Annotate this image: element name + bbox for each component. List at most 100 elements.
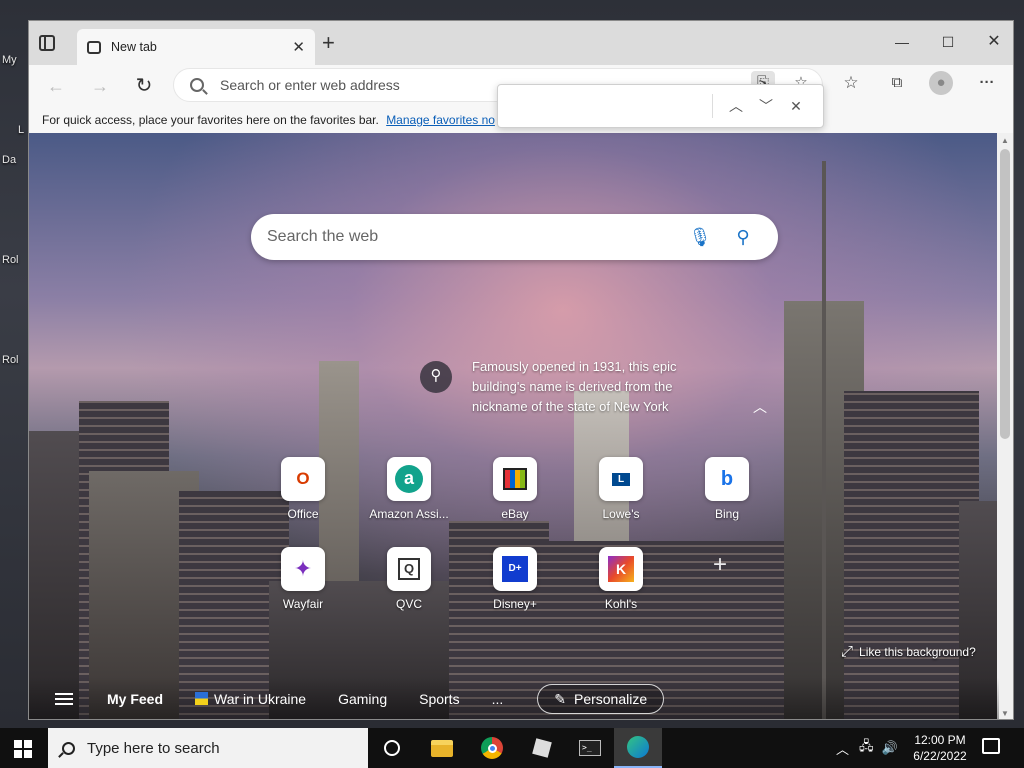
close-window-button[interactable]: ✕ bbox=[979, 31, 1009, 53]
taskbar-search-input[interactable] bbox=[87, 739, 347, 757]
scrollbar-thumb[interactable] bbox=[1000, 149, 1010, 439]
quick-link-disney[interactable]: D+ Disney+ bbox=[470, 547, 560, 611]
add-site-button[interactable]: + bbox=[713, 551, 727, 579]
bing-icon: b bbox=[705, 457, 749, 501]
ebay-glyph: ▮ bbox=[503, 468, 527, 490]
tab-my-feed[interactable]: My Feed bbox=[107, 691, 163, 707]
manage-favorites-link[interactable]: Manage favorites no bbox=[386, 113, 495, 127]
microphone-icon[interactable]: 🎙 bbox=[688, 225, 712, 249]
disney-plus-icon: D+ bbox=[493, 547, 537, 591]
title-bar: New tab ✕ + — ☐ ✕ bbox=[29, 21, 1013, 65]
desktop-icon-label[interactable]: Rol bbox=[2, 254, 19, 266]
chevron-up-icon[interactable]: ︿ bbox=[753, 397, 767, 417]
refresh-button[interactable]: ↻ bbox=[131, 73, 157, 99]
taskbar-clock[interactable]: 12:00 PM 6/22/2022 bbox=[908, 732, 972, 764]
more-icon[interactable]: ··· bbox=[975, 71, 999, 95]
amazon-glyph: a bbox=[395, 465, 423, 493]
system-tray: ︿ 🖧 🔊 bbox=[836, 728, 898, 768]
collections-icon[interactable]: ⧉ bbox=[885, 71, 909, 95]
web-search-box[interactable]: 🎙 ⚲ bbox=[251, 214, 778, 260]
like-background-button[interactable]: ⤢ Like this background? bbox=[841, 643, 976, 660]
quick-link-label: eBay bbox=[501, 507, 529, 521]
maximize-button[interactable]: ☐ bbox=[933, 31, 963, 53]
chrome-center bbox=[487, 743, 497, 753]
find-previous-button[interactable]: ︿ bbox=[721, 91, 751, 121]
volume-icon[interactable]: 🔊 bbox=[882, 740, 898, 756]
desktop-icon-label[interactable]: Da bbox=[2, 154, 16, 166]
scroll-up-icon[interactable]: ▲ bbox=[997, 136, 1013, 145]
quick-link-ebay[interactable]: ▮ eBay bbox=[470, 457, 560, 521]
taskbar-search[interactable] bbox=[48, 728, 368, 768]
quick-link-bing[interactable]: b Bing bbox=[682, 457, 772, 521]
find-input[interactable] bbox=[512, 91, 712, 121]
roblox-square bbox=[532, 738, 552, 758]
roblox-icon[interactable] bbox=[518, 728, 566, 768]
forward-button[interactable]: → bbox=[87, 73, 113, 99]
tab-war-in-ukraine[interactable]: War in Ukraine bbox=[195, 691, 306, 707]
personalize-button[interactable]: ✎ Personalize bbox=[537, 684, 665, 714]
windows-start-icon[interactable] bbox=[14, 740, 32, 758]
scroll-down-icon[interactable]: ▼ bbox=[997, 709, 1013, 718]
like-background-label: Like this background? bbox=[859, 645, 976, 659]
task-view-icon[interactable] bbox=[368, 728, 416, 768]
favorites-icon[interactable]: ☆ bbox=[839, 71, 863, 95]
terminal-icon[interactable]: >_ bbox=[566, 728, 614, 768]
desktop-icon-label[interactable]: L bbox=[18, 124, 24, 136]
terminal-window: >_ bbox=[579, 740, 601, 756]
personalize-label: Personalize bbox=[573, 691, 648, 707]
background-building bbox=[822, 161, 826, 719]
back-button[interactable]: ← bbox=[43, 73, 69, 99]
profile-icon[interactable]: ● bbox=[929, 71, 953, 95]
minimize-button[interactable]: — bbox=[887, 31, 917, 53]
find-close-button[interactable]: ✕ bbox=[781, 91, 811, 121]
network-icon[interactable]: 🖧 bbox=[859, 737, 874, 759]
desktop-icon-label[interactable]: My bbox=[2, 54, 17, 66]
quick-link-wayfair[interactable]: ✦ Wayfair bbox=[258, 547, 348, 611]
expand-icon: ⤢ bbox=[841, 643, 854, 660]
quick-link-label: Lowe's bbox=[602, 507, 640, 521]
tab-close-icon[interactable]: ✕ bbox=[292, 38, 305, 56]
quick-link-label: Kohl's bbox=[604, 597, 638, 611]
feed-bar: My Feed War in Ukraine Gaming Sports ...… bbox=[29, 677, 999, 719]
quick-link-qvc[interactable]: Q QVC bbox=[364, 547, 454, 611]
feed-more-button[interactable]: ... bbox=[492, 691, 504, 707]
edge-logo bbox=[627, 736, 649, 758]
quick-link-label: Wayfair bbox=[282, 597, 324, 611]
search-icon[interactable]: ⚲ bbox=[731, 225, 755, 249]
disney-glyph: D+ bbox=[502, 556, 528, 582]
file-explorer-icon[interactable] bbox=[418, 728, 466, 768]
image-info-icon[interactable]: ⚲ bbox=[420, 361, 452, 393]
desktop-icon-label[interactable]: Rol bbox=[2, 354, 19, 366]
show-hidden-icons-icon[interactable]: ︿ bbox=[836, 739, 849, 758]
qvc-icon: Q bbox=[387, 547, 431, 591]
ukraine-flag-icon bbox=[195, 692, 209, 705]
tab-sports[interactable]: Sports bbox=[419, 691, 459, 707]
find-next-button[interactable]: ﹀ bbox=[751, 91, 781, 121]
quick-link-amazon[interactable]: a Amazon Assi... bbox=[364, 457, 454, 521]
chrome-icon[interactable] bbox=[468, 728, 516, 768]
kohls-icon: K bbox=[599, 547, 643, 591]
new-tab-button[interactable]: + bbox=[322, 31, 335, 55]
quick-link-label: QVC bbox=[395, 597, 422, 611]
tab-new-tab[interactable]: New tab ✕ bbox=[77, 29, 315, 65]
quick-link-kohls[interactable]: K Kohl's bbox=[576, 547, 666, 611]
web-search-input[interactable] bbox=[267, 228, 687, 246]
quick-link-office[interactable]: O Office bbox=[258, 457, 348, 521]
background-fact[interactable]: Famously opened in 1931, this epic build… bbox=[472, 357, 712, 417]
new-tab-page-icon bbox=[87, 40, 101, 54]
new-tab-page: 🎙 ⚲ ⚲ Famously opened in 1931, this epic… bbox=[29, 133, 999, 719]
notification-center-icon[interactable] bbox=[982, 738, 1000, 754]
tab-actions-icon[interactable] bbox=[39, 35, 55, 51]
taskbar: >_ ︿ 🖧 🔊 12:00 PM 6/22/2022 bbox=[0, 728, 1024, 768]
find-divider bbox=[712, 94, 713, 118]
kohls-glyph: K bbox=[608, 556, 634, 582]
edge-icon[interactable] bbox=[614, 728, 662, 768]
clock-time: 12:00 PM bbox=[914, 733, 966, 747]
tab-gaming[interactable]: Gaming bbox=[338, 691, 387, 707]
start-tile bbox=[14, 740, 22, 748]
page-scrollbar[interactable]: ▲ ▼ bbox=[997, 133, 1013, 719]
quick-link-lowes[interactable]: L Lowe's bbox=[576, 457, 666, 521]
clock-date: 6/22/2022 bbox=[913, 749, 967, 763]
folder-shape bbox=[431, 739, 453, 757]
menu-icon[interactable] bbox=[55, 693, 73, 705]
